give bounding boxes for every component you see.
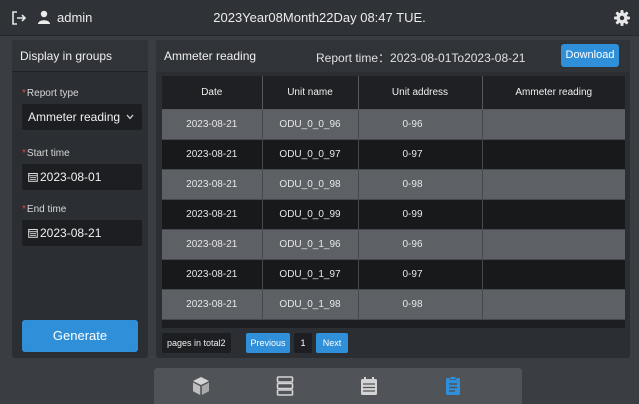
filter-panel: Display in groups *Report type Ammeter r…: [12, 40, 148, 358]
pages-total: pages in total2: [162, 333, 231, 353]
report-time: Report time：2023-08-01To2023-08-21: [316, 51, 526, 65]
cell-date: 2023-08-21: [162, 199, 263, 230]
column-header-unit-name: Unit name: [262, 76, 359, 110]
cell-date: 2023-08-21: [162, 289, 263, 320]
report-type-label: *Report type: [22, 88, 79, 99]
cell-unit-name: ODU_0_1_97: [262, 259, 359, 290]
top-bar: admin 2023Year08Month22Day 08:47 TUE.: [0, 0, 639, 36]
datetime: 2023Year08Month22Day 08:47 TUE.: [213, 10, 426, 25]
cell-unit-name: ODU_0_1_98: [262, 289, 359, 320]
cell-unit-name: ODU_0_1_96: [262, 229, 359, 260]
cell-ammeter-reading: [482, 169, 625, 200]
table-row[interactable]: 2023-08-21 ODU_0_1_98 0-98: [162, 289, 625, 320]
end-time-value: 2023-08-21: [40, 226, 102, 240]
cell-ammeter-reading: [482, 259, 625, 290]
page-number[interactable]: 1: [294, 333, 312, 353]
cell-unit-address: 0-99: [358, 199, 483, 230]
cell-unit-name: ODU_0_0_99: [262, 199, 359, 230]
server-list-icon[interactable]: [274, 375, 296, 397]
pagination: pages in total2 Previous 1 Next: [162, 333, 462, 353]
cell-ammeter-reading: [482, 229, 625, 260]
cell-unit-address: 0-96: [358, 229, 483, 260]
cell-ammeter-reading: [482, 139, 625, 170]
calendar-small-icon: [28, 229, 38, 238]
table-row[interactable]: 2023-08-21 ODU_0_0_96 0-96: [162, 109, 625, 140]
start-time-field[interactable]: 2023-08-01: [22, 164, 142, 190]
cell-date: 2023-08-21: [162, 229, 263, 260]
filter-panel-title: Display in groups: [12, 40, 148, 72]
report-type-select[interactable]: Ammeter reading: [22, 104, 142, 130]
gear-icon[interactable]: [613, 9, 631, 27]
bottom-dock: [154, 368, 522, 404]
column-header-ammeter-reading: Ammeter reading: [482, 76, 625, 110]
end-time-field[interactable]: 2023-08-21: [22, 220, 142, 246]
column-header-date: Date: [162, 76, 263, 110]
cell-date: 2023-08-21: [162, 169, 263, 200]
cell-unit-address: 0-98: [358, 289, 483, 320]
cell-unit-name: ODU_0_0_98: [262, 169, 359, 200]
chevron-down-icon: [126, 114, 134, 120]
cube-icon[interactable]: [190, 375, 212, 397]
table-row[interactable]: 2023-08-21 ODU_0_0_99 0-99: [162, 199, 625, 230]
table-row[interactable]: 2023-08-21 ODU_0_0_97 0-97: [162, 139, 625, 170]
cell-date: 2023-08-21: [162, 109, 263, 140]
report-panel: Ammeter reading Report time：2023-08-01To…: [156, 40, 630, 358]
report-type-value: Ammeter reading: [28, 110, 121, 124]
generate-button[interactable]: Generate: [22, 320, 138, 352]
cell-date: 2023-08-21: [162, 139, 263, 170]
column-header-unit-address: Unit address: [358, 76, 483, 110]
next-button[interactable]: Next: [316, 333, 348, 353]
cell-unit-name: ODU_0_0_97: [262, 139, 359, 170]
cell-unit-address: 0-96: [358, 109, 483, 140]
report-table[interactable]: Date Unit name Unit address Ammeter read…: [162, 76, 625, 328]
calendar-small-icon: [28, 173, 38, 182]
cell-unit-address: 0-97: [358, 139, 483, 170]
report-header: Ammeter reading Report time：2023-08-01To…: [156, 40, 630, 72]
download-button[interactable]: Download: [561, 44, 619, 67]
report-icon[interactable]: [442, 375, 464, 397]
report-title: Ammeter reading: [164, 49, 257, 63]
cell-ammeter-reading: [482, 109, 625, 140]
cell-date: 2023-08-21: [162, 259, 263, 290]
cell-ammeter-reading: [482, 199, 625, 230]
cell-unit-address: 0-98: [358, 169, 483, 200]
start-time-value: 2023-08-01: [40, 170, 102, 184]
table-header-row: Date Unit name Unit address Ammeter read…: [162, 76, 625, 110]
table-row[interactable]: 2023-08-21 ODU_0_0_98 0-98: [162, 169, 625, 200]
cell-unit-name: ODU_0_0_96: [262, 109, 359, 140]
cell-unit-address: 0-97: [358, 259, 483, 290]
start-time-label: *Start time: [22, 148, 70, 159]
end-time-label: *End time: [22, 204, 67, 215]
table-row[interactable]: 2023-08-21 ODU_0_1_97 0-97: [162, 259, 625, 290]
calendar-icon[interactable]: [358, 375, 380, 397]
previous-button[interactable]: Previous: [246, 333, 290, 353]
cell-ammeter-reading: [482, 289, 625, 320]
table-row[interactable]: 2023-08-21 ODU_0_1_96 0-96: [162, 229, 625, 260]
